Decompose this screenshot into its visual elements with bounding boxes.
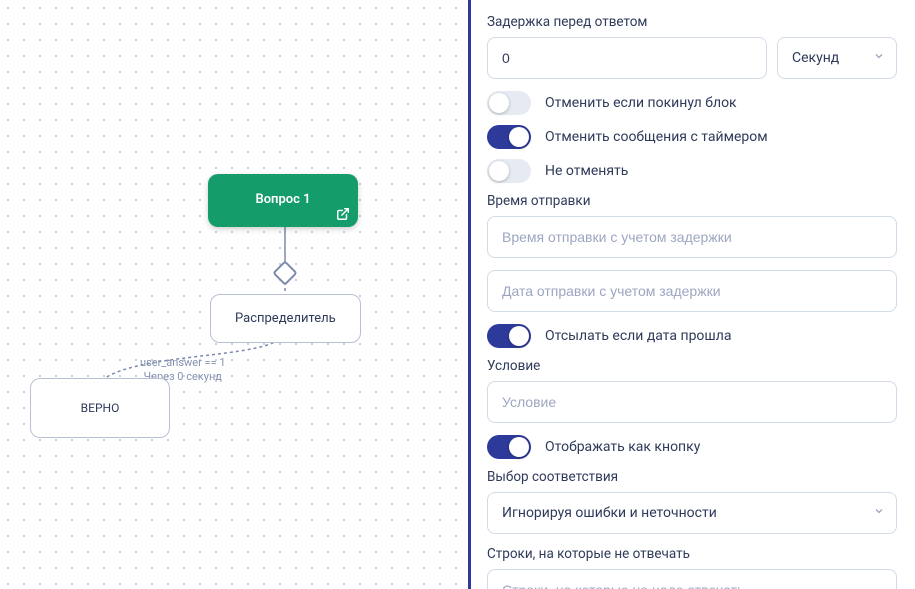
node-label: ВЕРНО [81, 401, 120, 415]
toggle-label: Не отменять [545, 163, 628, 179]
label-send-time: Время отправки [487, 193, 897, 209]
match-select[interactable]: Игнорируя ошибки и неточности [487, 492, 897, 534]
connector [283, 224, 287, 266]
node-label: Вопрос 1 [255, 192, 310, 207]
toggle-label: Отменить сообщения с таймером [545, 129, 768, 145]
decision-icon [272, 260, 297, 285]
toggle-cancel-leave[interactable] [487, 91, 531, 115]
toggle-label: Отсылать если дата прошла [545, 328, 731, 344]
delay-input[interactable] [487, 37, 767, 79]
toggle-send-if-past[interactable] [487, 324, 531, 348]
property-panel: Задержка перед ответом Секунд Отменить е… [468, 0, 915, 589]
flow-canvas[interactable]: Вопрос 1 Распределитель user_answer == 1… [0, 0, 468, 589]
toggle-cancel-timer[interactable] [487, 125, 531, 149]
label-condition: Условие [487, 358, 897, 374]
toggle-show-as-button[interactable] [487, 435, 531, 459]
label-delay: Задержка перед ответом [487, 14, 897, 30]
label-ignore-lines: Строки, на которые не отвечать [487, 546, 897, 562]
toggle-label: Отменить если покинул блок [545, 95, 737, 111]
send-date-input[interactable] [487, 270, 897, 312]
node-label: Распределитель [235, 311, 336, 326]
delay-unit-select[interactable]: Секунд [777, 37, 897, 79]
ignore-lines-input[interactable] [487, 569, 897, 589]
node-router[interactable]: Распределитель [210, 294, 361, 343]
node-question[interactable]: Вопрос 1 [208, 174, 358, 227]
condition-input[interactable] [487, 381, 897, 423]
label-match: Выбор соответствия [487, 469, 897, 485]
send-time-input[interactable] [487, 216, 897, 258]
toggle-label: Отображать как кнопку [545, 439, 700, 455]
node-result[interactable]: ВЕРНО [30, 378, 170, 438]
toggle-no-cancel[interactable] [487, 159, 531, 183]
open-external-icon[interactable] [336, 207, 350, 221]
